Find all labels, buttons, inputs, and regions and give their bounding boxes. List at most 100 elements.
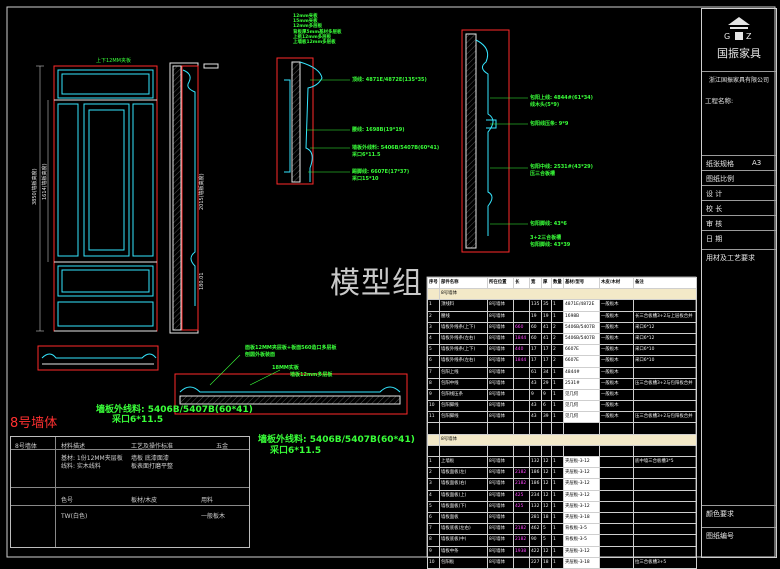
table-cell: 17	[529, 344, 542, 357]
table-cell: 3	[427, 321, 440, 334]
table-cell: 9	[427, 545, 440, 558]
tb-date: 日 期	[702, 230, 776, 245]
table-cell: 1938	[513, 545, 530, 558]
project-label: 工程名称:	[705, 97, 734, 105]
table-cell: 1	[551, 388, 564, 402]
table-cell: 4	[427, 489, 440, 502]
table-cell: 8号墙体	[487, 478, 514, 491]
legend-usage-header: 用料	[201, 497, 214, 504]
table-row: 9 包阳线压条 8号墙体 9 9 1 见几何 一般板木	[427, 388, 697, 402]
table-cell: 一般板木	[599, 310, 634, 323]
table-cell: 8号墙体	[487, 310, 514, 323]
tb-designer: 设 计	[702, 185, 776, 200]
table-cell	[563, 444, 600, 458]
table-cell: 8号墙体	[487, 299, 514, 312]
table-cell: 5	[427, 344, 440, 357]
legend-color-header: 色号	[61, 497, 74, 504]
table-row: 2 腰线 8号墙体 19 19 1 1698B 一般板木 长三合板槽3+2与上层板合并	[427, 310, 697, 323]
svg-text:180.01: 180.01	[199, 273, 205, 291]
table-cell: 木皮/木材	[599, 276, 634, 290]
table-cell: 2182	[513, 534, 530, 547]
callout-waist-line: 腰线: 1698B(19*19)	[352, 127, 405, 133]
table-section-title: 8号墙体	[439, 288, 697, 301]
table-cell: 6607E	[563, 344, 600, 357]
table-cell: 墙板面板(上)	[439, 489, 488, 502]
table-cell: 墙板面板	[439, 511, 488, 525]
table-cell: 3	[427, 478, 440, 491]
table-cell: 41	[541, 321, 552, 334]
table-cell	[541, 422, 552, 435]
table-section-title: 8号墙体	[439, 433, 697, 446]
table-cell: 1	[551, 299, 564, 312]
table-cell: 19	[529, 310, 542, 323]
table-cell: 1	[427, 299, 440, 312]
table-cell: 墙板面板(下)	[439, 500, 488, 513]
table-cell: 2531#	[563, 377, 600, 390]
table-cell: 一般板木	[599, 299, 634, 312]
table-cell	[633, 500, 697, 513]
table-cell: 6	[427, 511, 440, 525]
table-cell: 7	[427, 523, 440, 536]
table-cell: 8	[427, 534, 440, 547]
table-cell: 包阳上线	[439, 366, 488, 379]
table-cell: 备注	[633, 276, 697, 290]
table-cell	[513, 422, 530, 435]
table-cell: 一般板木	[599, 321, 634, 334]
table-cell: 1	[551, 455, 564, 469]
table-cell: 11	[427, 411, 440, 424]
table-cell: 包阳线压条	[439, 388, 488, 402]
table-cell: 2	[427, 310, 440, 323]
table-cell: 1	[551, 489, 564, 502]
table-cell	[633, 299, 697, 312]
table-cell: 一般板木	[599, 366, 634, 379]
table-cell	[633, 444, 697, 458]
table-cell: 425	[513, 489, 530, 502]
callout-panel-outer-line: 墙板外线料: 5406B/5407B(60*41)	[352, 145, 440, 151]
table-cell	[633, 534, 697, 547]
svg-text:G: G	[724, 32, 730, 41]
table-row: 6 墙板外线条(左右) 8号墙体 1844 17 17 2 6607E 一般板木 采口6*10	[427, 355, 697, 368]
table-cell	[541, 444, 552, 458]
table-cell: 1	[551, 467, 564, 480]
table-cell: 墙板外线条(左右)	[439, 332, 488, 346]
left-elevation	[53, 65, 158, 332]
table-cell: 1844	[513, 332, 530, 346]
table-cell: 186	[529, 467, 542, 480]
table-cell: 12	[541, 478, 552, 491]
section-a-top-callouts: 12mm夹板 15mm夹板 12mm多层板 背板厚5mm基材多层板 上挑12mm…	[293, 14, 342, 46]
callout-bottom-board: 墙板12mm多层板	[290, 372, 333, 378]
table-row: 2 墙板面板(左) 8号墙体 2182 186 12 1 夹层板-3-12	[427, 467, 697, 480]
table-row: 1 上墙板 8号墙体 132 12 1 夹层板-3-12 底中墙三合板槽3*5	[427, 455, 697, 469]
table-cell	[487, 444, 514, 458]
table-cell	[513, 400, 530, 413]
tb-color-req: 颜色要求	[702, 505, 776, 526]
table-cell: 8号墙体	[487, 411, 514, 424]
table-cell: 135	[529, 299, 542, 312]
table-row: 4 墙板面板(上) 8号墙体 425 234 12 1 夹层板-3-12	[427, 489, 697, 502]
table-cell: 夹层板-3-12	[563, 500, 600, 513]
table-cell: 夹层板-3-12	[563, 455, 600, 469]
table-row: 7 包阳上线 8号墙体 61 34 1 4844# 一般板木	[427, 366, 697, 379]
callout-bottom-solid: 18MM实板	[272, 365, 299, 371]
table-cell: 见几何	[563, 400, 600, 413]
table-cell: 41	[541, 332, 552, 346]
table-cell: 1844	[513, 355, 530, 368]
table-cell: 夹层板-3-12	[563, 467, 600, 480]
table-cell	[599, 545, 634, 558]
table-cell	[529, 422, 542, 435]
tb-drawing-no: 图纸编号	[702, 527, 776, 548]
company-name: 国振家具	[717, 47, 761, 60]
table-row: 1 顶线料 8号墙体 135 35 1 4871E/4872E 一般板木	[427, 299, 697, 312]
table-cell: 包阳中线	[439, 377, 488, 390]
table-cell: 234	[529, 489, 542, 502]
material-table: 序号 部件名称 所在位置长宽厚数量 基材/型号 木皮/木材 备注 8号墙体 1 顶线料 8号墙体 1…	[427, 276, 697, 569]
callout-rebate-2: 采口15*10	[352, 176, 379, 182]
table-cell	[563, 422, 600, 435]
table-cell: 基材/型号	[563, 276, 600, 290]
table-cell: 墙板外线条(上下)	[439, 344, 488, 357]
table-cell: 12	[541, 455, 552, 469]
table-cell: 8号墙体	[487, 400, 514, 413]
table-cell: 1	[551, 366, 564, 379]
table-cell: 墙板外线条(左右)	[439, 355, 488, 368]
table-cell: 1	[551, 545, 564, 558]
